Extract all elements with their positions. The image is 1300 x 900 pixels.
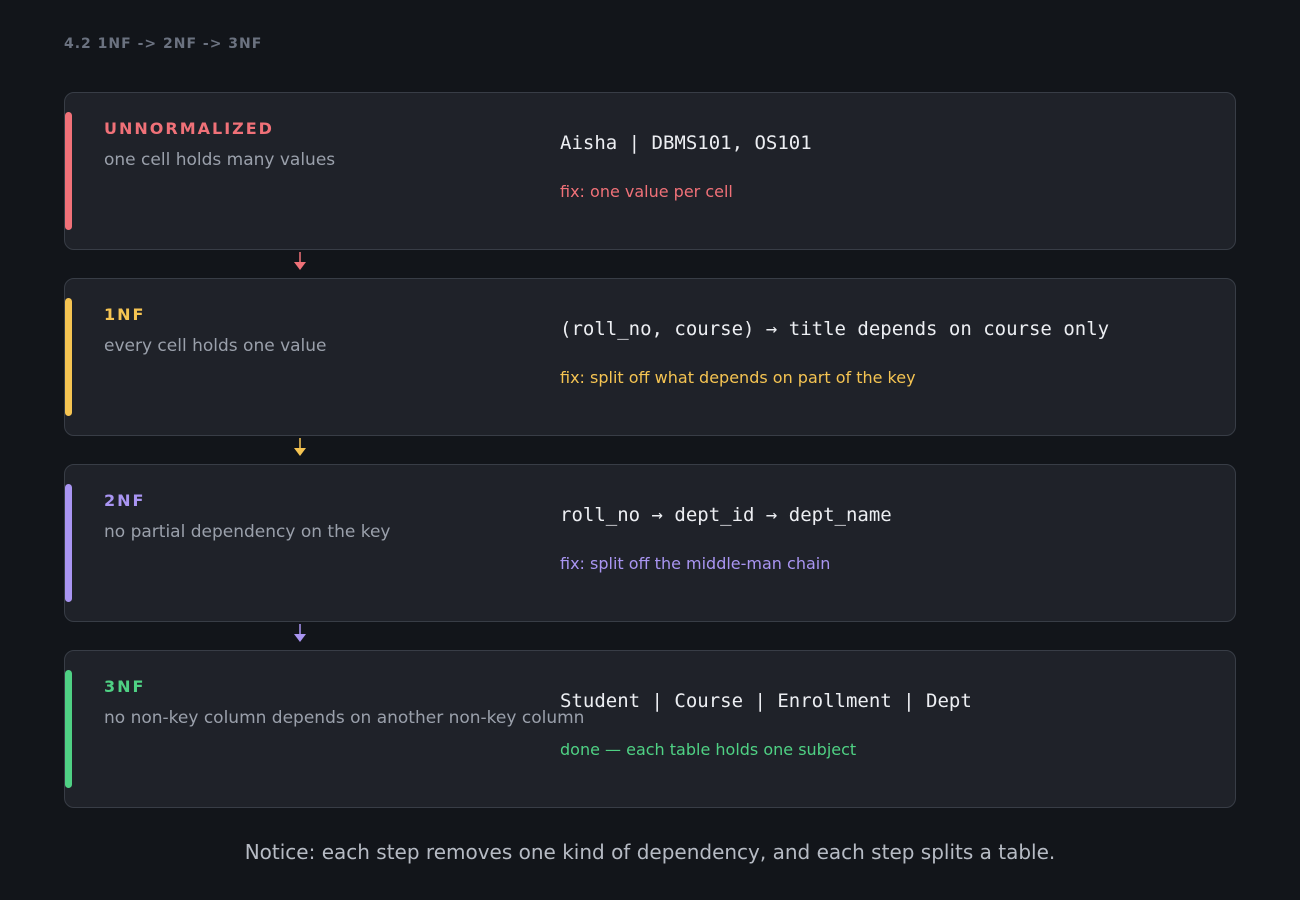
normalization-stages: UNNORMALIZED one cell holds many values … (64, 92, 1236, 808)
stage-example: Aisha | DBMS101, OS101 (560, 132, 812, 154)
stage-connector (64, 622, 1236, 650)
stage-fix: fix: split off the middle-man chain (560, 554, 831, 573)
stage-description: every cell holds one value (104, 336, 327, 356)
stage-accent-bar (65, 484, 72, 602)
stage-name: 1NF (104, 305, 146, 324)
stage-example: roll_no → dept_id → dept_name (560, 504, 892, 526)
arrow-down-icon (294, 438, 306, 456)
stage-description: no partial dependency on the key (104, 522, 391, 542)
stage-description: no non-key column depends on another non… (104, 708, 585, 728)
stage-card-2nf: 2NF no partial dependency on the key rol… (64, 464, 1236, 622)
stage-card-3nf: 3NF no non-key column depends on another… (64, 650, 1236, 808)
stage-name: 3NF (104, 677, 146, 696)
stage-description: one cell holds many values (104, 150, 336, 170)
stage-name: 2NF (104, 491, 146, 510)
section-label: 4.2 1NF -> 2NF -> 3NF (64, 36, 263, 52)
arrow-down-icon (294, 624, 306, 642)
stage-accent-bar (65, 112, 72, 230)
stage-accent-bar (65, 670, 72, 788)
arrow-down-icon (294, 252, 306, 270)
stage-connector (64, 436, 1236, 464)
stage-accent-bar (65, 298, 72, 416)
stage-example: (roll_no, course) → title depends on cou… (560, 318, 1110, 340)
stage-card-unnormalized: UNNORMALIZED one cell holds many values … (64, 92, 1236, 250)
stage-card-1nf: 1NF every cell holds one value (roll_no,… (64, 278, 1236, 436)
stage-fix: fix: split off what depends on part of t… (560, 368, 916, 387)
stage-name: UNNORMALIZED (104, 119, 274, 138)
stage-fix: done — each table holds one subject (560, 740, 857, 759)
footer-note: Notice: each step removes one kind of de… (244, 840, 1056, 864)
stage-fix: fix: one value per cell (560, 182, 733, 201)
stage-example: Student | Course | Enrollment | Dept (560, 690, 972, 712)
stage-connector (64, 250, 1236, 278)
